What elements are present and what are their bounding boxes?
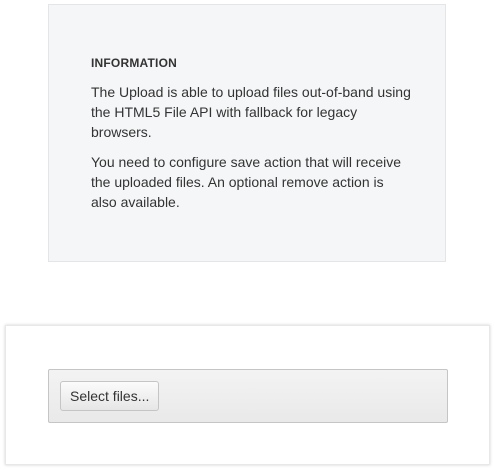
select-files-button[interactable]: Select files... <box>60 381 160 411</box>
information-panel: INFORMATION The Upload is able to upload… <box>48 4 446 262</box>
demo-section: Select files... <box>5 325 490 465</box>
information-heading: INFORMATION <box>91 56 177 70</box>
upload-dropzone: Select files... <box>48 369 448 423</box>
information-paragraph-2: You need to configure save action that w… <box>91 154 402 210</box>
information-paragraph-1: The Upload is able to upload files out-o… <box>91 84 411 140</box>
